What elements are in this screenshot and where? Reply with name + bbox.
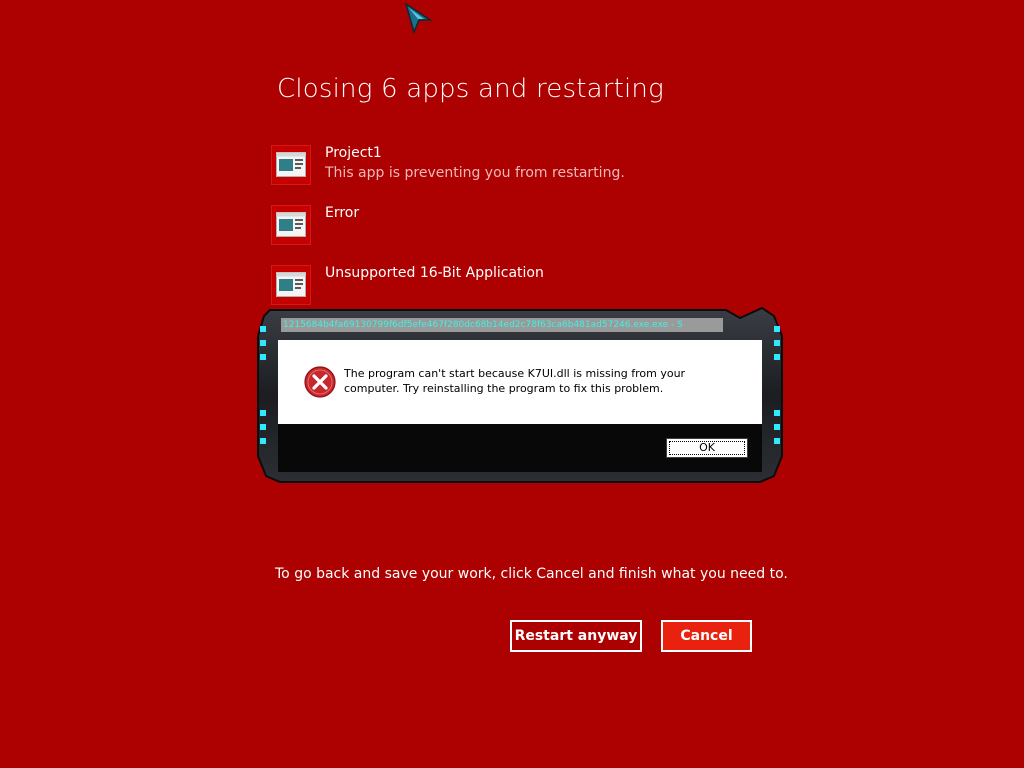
- app-name: Unsupported 16-Bit Application: [325, 265, 544, 281]
- page-title: Closing 6 apps and restarting: [277, 74, 664, 104]
- cancel-button[interactable]: Cancel: [661, 620, 752, 652]
- app-status: This app is preventing you from restarti…: [325, 165, 625, 181]
- dialog-body: The program can't start because K7UI.dll…: [278, 340, 762, 424]
- restart-anyway-button[interactable]: Restart anyway: [510, 620, 642, 652]
- app-name: Project1: [325, 145, 382, 161]
- app-name: Error: [325, 205, 360, 221]
- app-window-icon: [271, 265, 311, 305]
- error-dialog: 1215684b4fa69130799f6df5efe467f280dc68b1…: [256, 306, 784, 484]
- dialog-title: 1215684b4fa69130799f6df5efe467f280dc68b1…: [281, 318, 723, 332]
- app-window-icon: [271, 205, 311, 245]
- error-icon: [304, 366, 336, 398]
- app-item-error: Error: [271, 205, 771, 249]
- app-window-icon: [271, 145, 311, 185]
- mouse-cursor-icon: [404, 2, 432, 34]
- ok-button[interactable]: OK: [666, 438, 748, 458]
- dialog-message: The program can't start because K7UI.dll…: [344, 367, 686, 395]
- hint-text: To go back and save your work, click Can…: [275, 566, 788, 582]
- app-item-16bit: Unsupported 16-Bit Application: [271, 265, 771, 309]
- restart-screen: Closing 6 apps and restarting Project1 T…: [0, 0, 1024, 768]
- dialog-footer: OK: [278, 424, 762, 472]
- app-item-project1: Project1 This app is preventing you from…: [271, 145, 771, 189]
